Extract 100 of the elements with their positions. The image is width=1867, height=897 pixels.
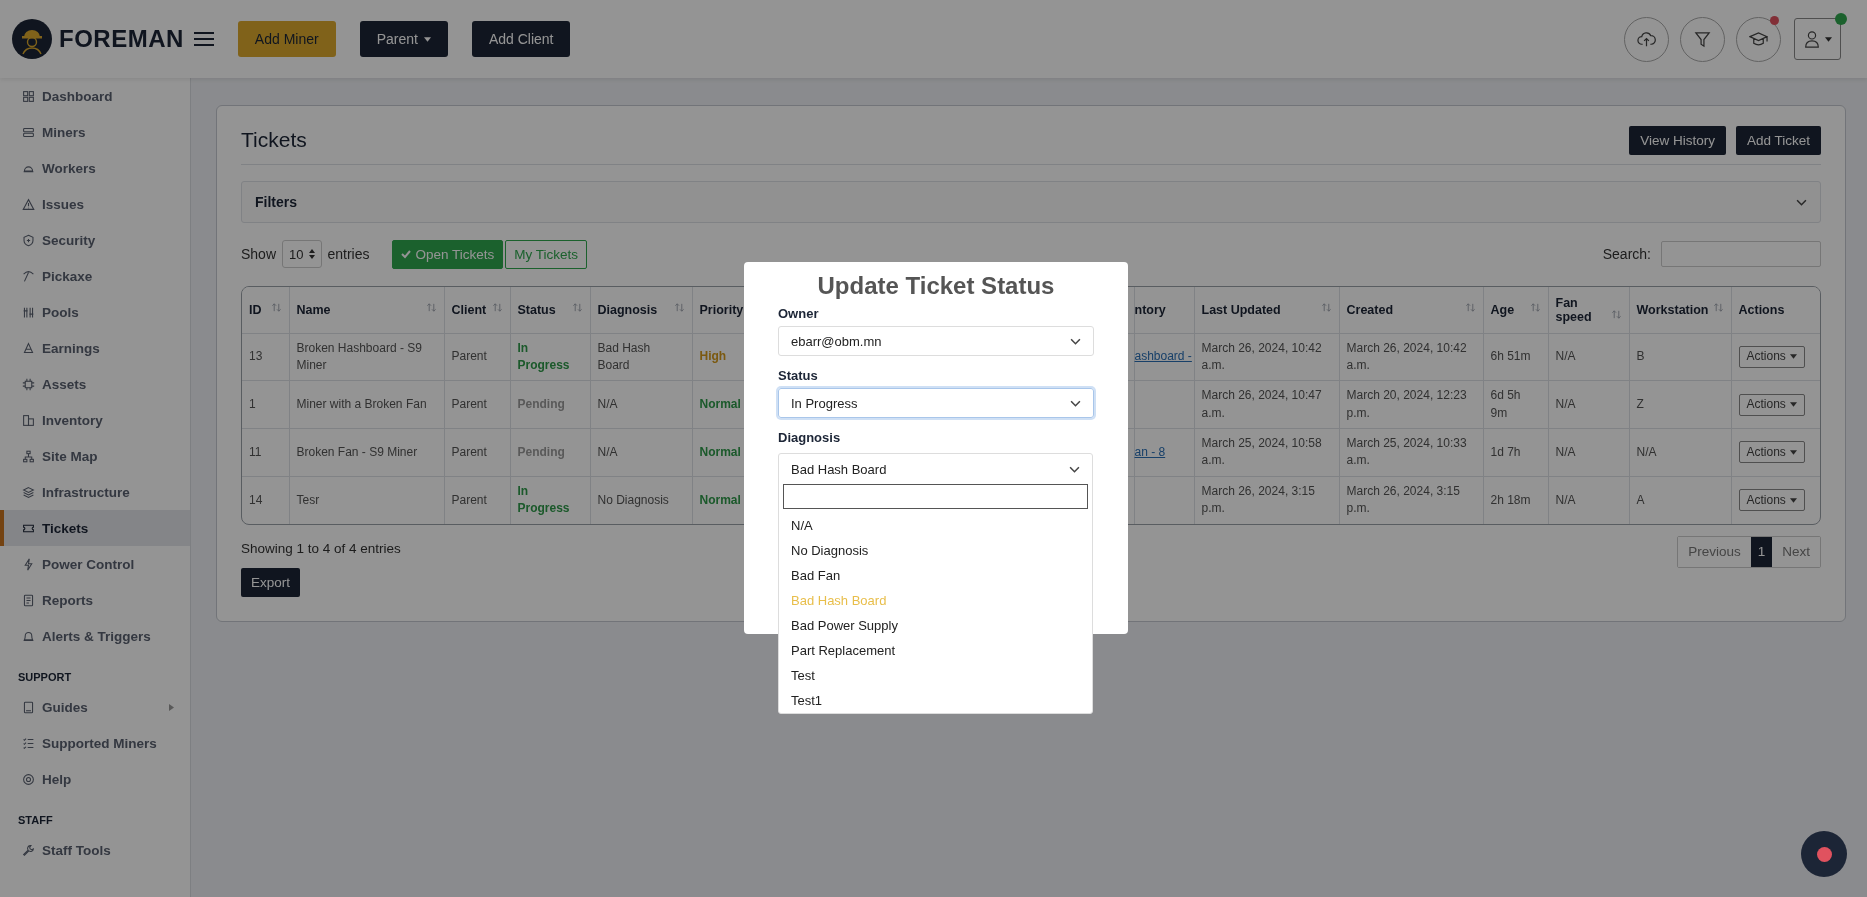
sidebar-item[interactable]: Earnings xyxy=(0,330,190,366)
sitemap-icon xyxy=(22,449,35,463)
filters-panel[interactable]: Filters xyxy=(241,181,1821,223)
dropdown-search-field[interactable] xyxy=(783,484,1088,509)
pagination-button[interactable]: 1 xyxy=(1750,536,1773,567)
table-cell: March 25, 2024, 10:58 a.m. xyxy=(1194,428,1339,477)
actions-dropdown[interactable]: Actions xyxy=(1738,345,1805,368)
sidebar-item[interactable]: Help xyxy=(0,761,190,797)
sort-icon[interactable] xyxy=(1529,302,1541,314)
field-label: Owner xyxy=(778,306,820,321)
sidebar-item[interactable]: Security xyxy=(0,222,190,258)
dropdown-option[interactable]: No Diagnosis xyxy=(779,538,1092,563)
table-cell: N/A xyxy=(1548,428,1629,477)
sort-icon[interactable] xyxy=(270,302,282,314)
diagnosis-dropdown[interactable]: Bad Hash Board N/A No Diagnosis Bad Fan Bad Hash Board Bad Power Supply Part Replacement Test Test1 xyxy=(778,453,1093,714)
user-menu-button[interactable] xyxy=(1794,18,1841,60)
table-cell: 6d 5h 9m xyxy=(1483,380,1548,429)
dropdown-option[interactable]: Test xyxy=(779,663,1092,688)
pickaxe-icon xyxy=(22,269,35,283)
sidebar-item[interactable]: Workers xyxy=(0,150,190,186)
entries-summary: Showing 1 to 4 of 4 entries xyxy=(241,539,401,556)
chevron-down-icon xyxy=(1069,465,1080,473)
sort-icon[interactable] xyxy=(1320,302,1332,314)
export-button[interactable]: Export xyxy=(241,567,301,597)
inventory-link[interactable]: an - 8 xyxy=(1134,444,1166,459)
sidebar-item[interactable]: Guides xyxy=(0,689,190,725)
page-title: Tickets xyxy=(241,128,308,152)
sidebar-item[interactable]: Supported Miners xyxy=(0,725,190,761)
sidebar-item[interactable]: Pools xyxy=(0,294,190,330)
table-cell: 1 xyxy=(242,380,289,429)
table-cell: Parent xyxy=(444,428,510,477)
table-cell: March 20, 2024, 12:23 p.m. xyxy=(1339,380,1483,429)
sort-icon[interactable] xyxy=(1712,302,1724,314)
table-cell: Bad Hash Board xyxy=(590,333,692,381)
action-button[interactable]: Add Ticket xyxy=(1735,125,1821,155)
sidebar-item[interactable]: Dashboard xyxy=(0,78,190,114)
table-cell: March 26, 2024, 3:15 p.m. xyxy=(1339,476,1483,524)
table-cell: No Diagnosis xyxy=(590,476,692,524)
column-header[interactable]: Last Updated xyxy=(1194,287,1339,333)
sidebar-item[interactable]: Inventory xyxy=(0,402,190,438)
sidebar-item[interactable]: Site Map xyxy=(0,438,190,474)
check-icon xyxy=(400,249,411,259)
owner-select[interactable]: ebarr@obm.mn xyxy=(778,326,1094,356)
search-label: Search: xyxy=(1602,246,1651,262)
menu-icon[interactable] xyxy=(193,31,214,47)
sidebar-item[interactable]: Infrastructure xyxy=(0,474,190,510)
sidebar-item[interactable]: Tickets xyxy=(0,510,190,546)
actions-dropdown[interactable]: Actions xyxy=(1738,441,1805,464)
header-button[interactable]: Add Client xyxy=(471,21,571,57)
inventory-link[interactable]: ashboard - xyxy=(1134,349,1192,364)
sidebar-item[interactable]: Reports xyxy=(0,582,190,618)
sort-icon[interactable] xyxy=(1464,302,1476,314)
sidebar-item[interactable]: Power Control xyxy=(0,546,190,582)
sidebar-item[interactable]: Assets xyxy=(0,366,190,402)
sort-icon[interactable] xyxy=(571,302,583,314)
dropdown-option[interactable]: Test1 xyxy=(779,688,1092,713)
status-text: Pending xyxy=(510,380,590,429)
table-cell: 6h 51m xyxy=(1483,333,1548,381)
sort-icon[interactable] xyxy=(491,302,503,314)
diagnosis-select[interactable]: Bad Hash Board xyxy=(779,454,1092,484)
sort-icon[interactable] xyxy=(425,302,437,314)
chat-button[interactable] xyxy=(1801,831,1847,877)
filter-button[interactable] xyxy=(1680,16,1725,62)
cloud-upload-icon xyxy=(1637,29,1656,49)
status-text: Pending xyxy=(510,428,590,477)
table-cell: B xyxy=(1629,333,1731,381)
column-header[interactable]: Name xyxy=(289,287,444,333)
page-size-select[interactable]: 10 xyxy=(282,240,322,268)
column-header[interactable]: Fan speed xyxy=(1548,287,1629,333)
header-button[interactable]: Add Miner xyxy=(237,21,336,57)
caret-icon xyxy=(1789,449,1797,455)
table-cell: 11 xyxy=(242,428,289,477)
column-header[interactable]: Diagnosis xyxy=(590,287,692,333)
sort-icon[interactable] xyxy=(1610,308,1622,320)
training-button[interactable] xyxy=(1736,16,1781,62)
client-dropdown[interactable]: Parent xyxy=(359,21,448,57)
action-button[interactable]: View History xyxy=(1629,125,1726,155)
column-header[interactable]: ID xyxy=(242,287,289,333)
actions-dropdown[interactable]: Actions xyxy=(1738,393,1805,416)
sidebar-item[interactable]: Pickaxe xyxy=(0,258,190,294)
dropdown-option[interactable]: N/A xyxy=(779,513,1092,538)
table-cell: N/A xyxy=(1548,476,1629,524)
column-header[interactable]: Age xyxy=(1483,287,1548,333)
status-select[interactable]: In Progress xyxy=(778,388,1094,418)
shield-icon xyxy=(22,233,35,247)
sidebar-item[interactable]: Miners xyxy=(0,114,190,150)
sidebar-item[interactable]: Issues xyxy=(0,186,190,222)
search-field[interactable] xyxy=(1661,241,1821,267)
column-header[interactable]: Created xyxy=(1339,287,1483,333)
sort-icon[interactable] xyxy=(673,302,685,314)
dropdown-option[interactable]: Part Replacement xyxy=(779,638,1092,663)
dropdown-option[interactable]: Bad Power Supply xyxy=(779,613,1092,638)
dropdown-option[interactable]: Bad Fan xyxy=(779,563,1092,588)
sidebar-item[interactable]: Staff Tools xyxy=(0,832,190,868)
actions-dropdown[interactable]: Actions xyxy=(1738,489,1805,512)
upload-button[interactable] xyxy=(1624,16,1669,62)
column-header[interactable]: Workstation xyxy=(1629,287,1731,333)
sidebar-item[interactable]: Alerts & Triggers xyxy=(0,618,190,654)
column-header[interactable]: Client xyxy=(444,287,510,333)
column-header[interactable]: Status xyxy=(510,287,590,333)
